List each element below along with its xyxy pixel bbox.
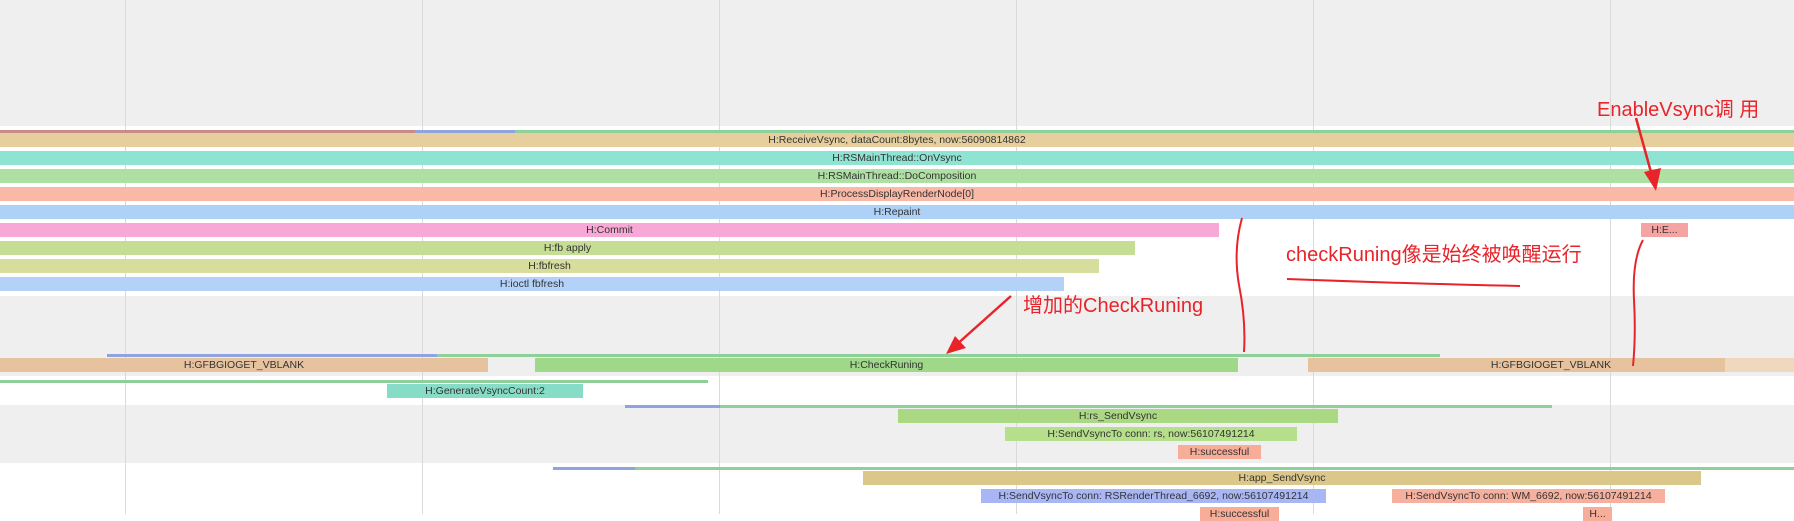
hand-line-left [1235,217,1246,353]
arrow-added-check [954,295,1012,347]
annotation-underline [1286,278,1521,287]
annotation-overlay [946,117,1661,367]
arrowhead-enable-vsync [1644,168,1661,191]
hand-line-right [1632,239,1644,367]
